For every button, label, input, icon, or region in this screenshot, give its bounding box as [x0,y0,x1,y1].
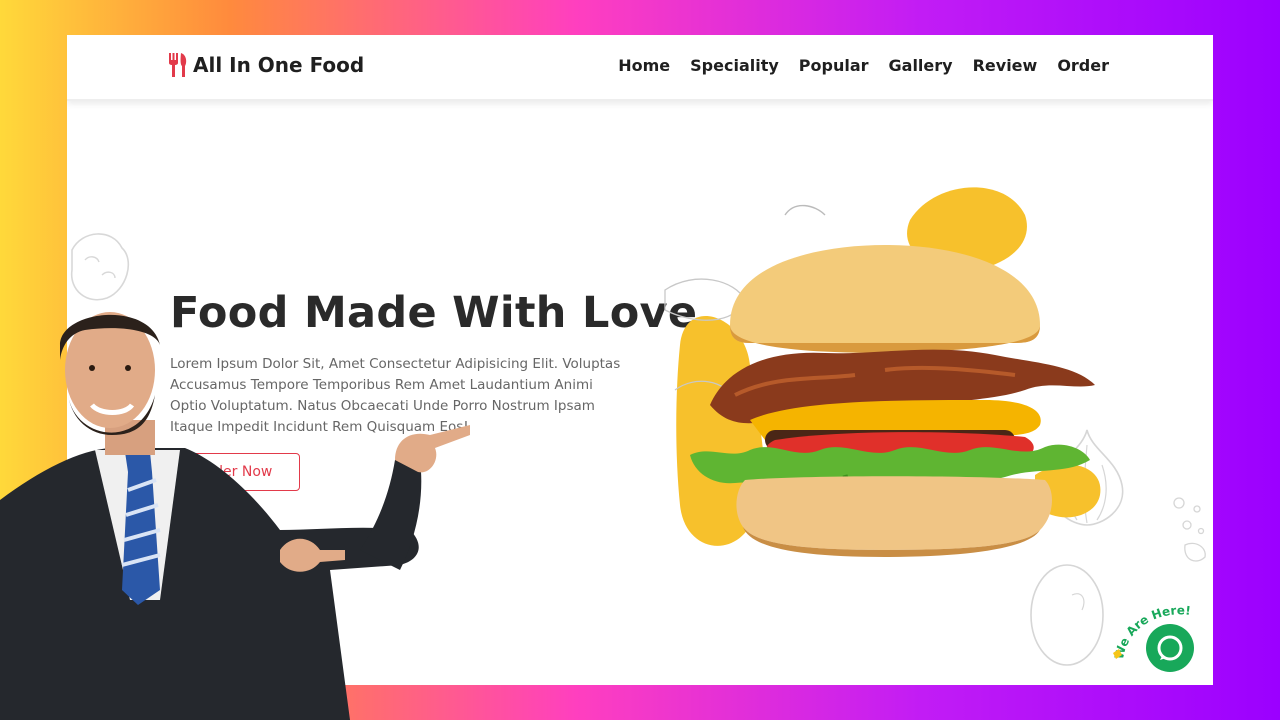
brand-name: All In One Food [193,53,365,77]
nav-link-order[interactable]: Order [1057,56,1109,75]
chat-button[interactable] [1146,624,1194,672]
nav-link-home[interactable]: Home [618,56,670,75]
navbar: All In One Food Home Speciality Popular … [67,35,1213,101]
nav-menu: Home Speciality Popular Gallery Review O… [618,56,1109,75]
nav-link-popular[interactable]: Popular [799,56,869,75]
dots-doodle-icon [1173,497,1206,562]
nav-link-speciality[interactable]: Speciality [690,56,779,75]
nav-link-gallery[interactable]: Gallery [889,56,953,75]
presenter-man-pointing [0,312,470,720]
veggie-doodle-icon [70,233,130,301]
brand-logo[interactable]: All In One Food [167,53,364,77]
burger-image [664,187,1101,557]
nav-link-review[interactable]: Review [973,56,1038,75]
chat-bubble-icon [1157,635,1183,661]
fork-knife-icon [169,53,187,77]
